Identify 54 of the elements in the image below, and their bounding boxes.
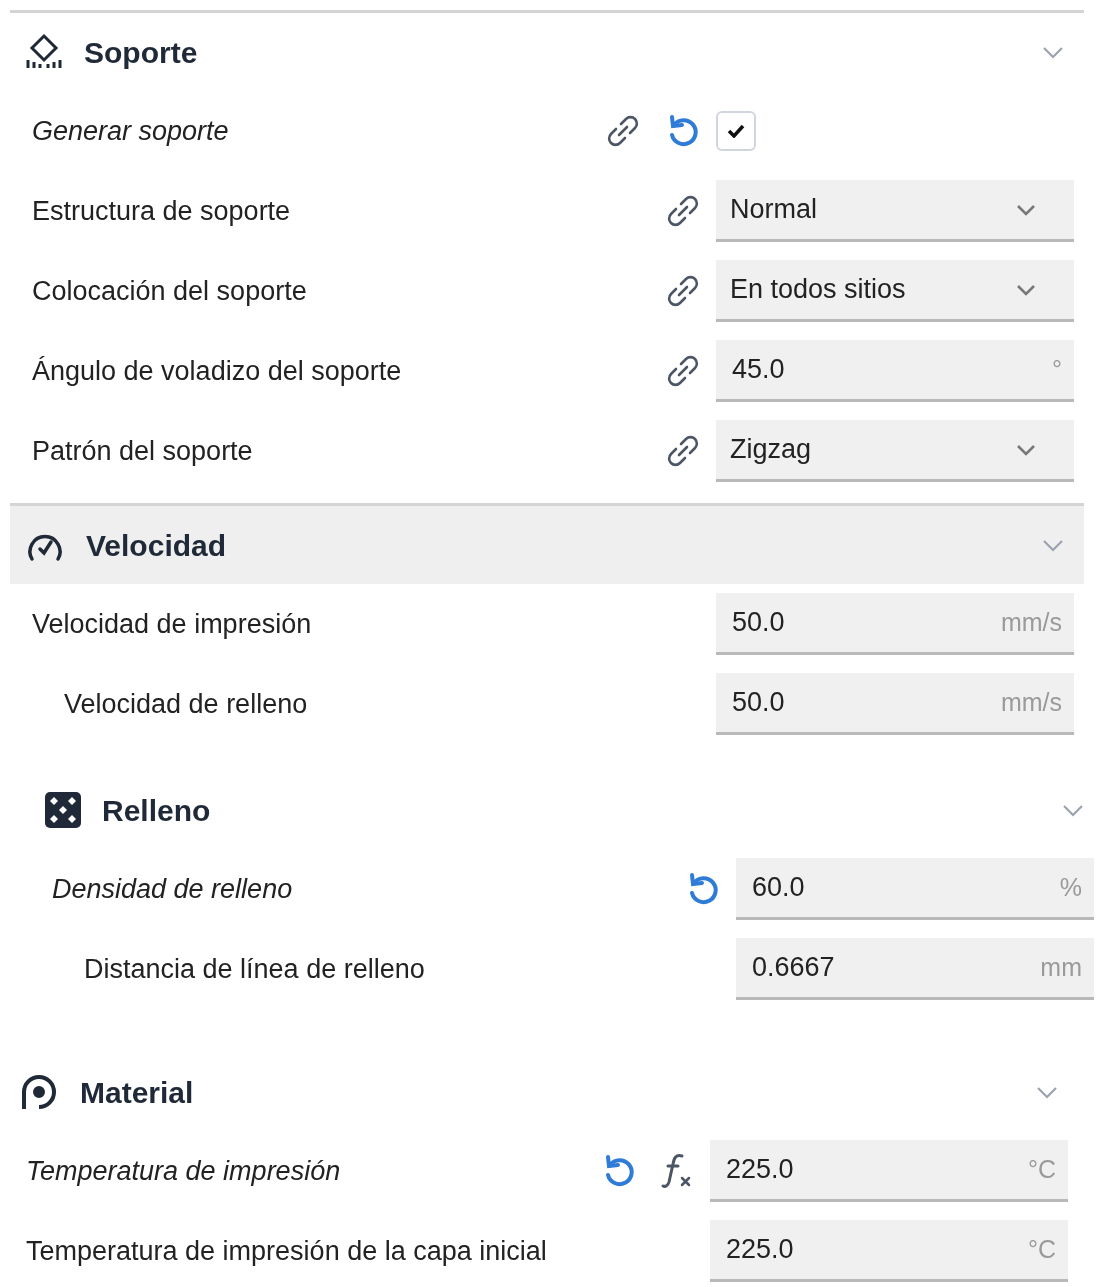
number-field[interactable]: 45.0 ° xyxy=(716,340,1074,402)
number-field[interactable]: 60.0 % xyxy=(736,858,1094,920)
dropdown[interactable]: Zigzag xyxy=(716,420,1074,482)
section-title: Soporte xyxy=(84,34,198,71)
infill-icon xyxy=(44,791,82,829)
field-value: 225.0 xyxy=(726,1233,794,1267)
unit-label: mm/s xyxy=(1000,606,1062,638)
setting-label: Temperatura de impresión xyxy=(25,1154,341,1188)
field-value: 50.0 xyxy=(732,686,785,720)
unit-label: ° xyxy=(1052,353,1062,385)
setting-label: Patrón del soporte xyxy=(31,434,253,468)
setting-label: Ángulo de voladizo del soporte xyxy=(31,354,402,388)
link-icon[interactable] xyxy=(606,114,640,148)
setting-label: Colocación del soporte xyxy=(31,274,307,308)
dropdown-value: Normal xyxy=(730,193,817,227)
section-title: Velocidad xyxy=(86,527,227,564)
field-value: 0.6667 xyxy=(752,951,835,985)
number-field[interactable]: 50.0 mm/s xyxy=(716,673,1074,735)
setting-label: Velocidad de impresión xyxy=(31,607,312,641)
field-value: 225.0 xyxy=(726,1153,794,1187)
dropdown-value: Zigzag xyxy=(730,433,812,467)
dropdown[interactable]: Normal xyxy=(716,180,1074,242)
link-icon[interactable] xyxy=(666,354,700,388)
dropdown-value: En todos sitios xyxy=(730,273,906,307)
setting-label: Estructura de soporte xyxy=(31,194,291,228)
unit-label: mm xyxy=(1040,951,1082,983)
field-value: 45.0 xyxy=(732,353,785,387)
link-icon[interactable] xyxy=(666,434,700,468)
section-title: Relleno xyxy=(102,792,211,829)
chevron-down-icon xyxy=(1016,203,1036,216)
setting-label: Temperatura de impresión de la capa inicial xyxy=(25,1234,547,1268)
number-field[interactable]: 225.0 °C xyxy=(710,1140,1068,1202)
unit-label: mm/s xyxy=(1000,686,1062,718)
checkbox[interactable] xyxy=(716,111,756,151)
field-value: 50.0 xyxy=(732,606,785,640)
setting-label: Distancia de línea de relleno xyxy=(83,952,425,986)
link-icon[interactable] xyxy=(666,274,700,308)
unit-label: °C xyxy=(1027,1233,1056,1265)
link-icon[interactable] xyxy=(666,194,700,228)
section-title: Material xyxy=(80,1074,194,1111)
unit-label: % xyxy=(1059,871,1082,903)
section-header[interactable]: Velocidad xyxy=(10,506,1084,584)
number-field[interactable]: 50.0 mm/s xyxy=(716,593,1074,655)
setting-label: Densidad de relleno xyxy=(51,872,293,906)
unit-label: °C xyxy=(1027,1153,1056,1185)
setting-label: Velocidad de relleno xyxy=(63,687,308,721)
setting-label: Generar soporte xyxy=(31,114,229,148)
check-icon xyxy=(727,124,745,138)
dropdown[interactable]: En todos sitios xyxy=(716,260,1074,322)
number-field[interactable]: 225.0 °C xyxy=(710,1220,1068,1282)
field-value: 60.0 xyxy=(752,871,805,905)
chevron-down-icon xyxy=(1016,283,1036,296)
chevron-down-icon xyxy=(1016,443,1036,456)
number-field[interactable]: 0.6667 mm xyxy=(736,938,1094,1000)
